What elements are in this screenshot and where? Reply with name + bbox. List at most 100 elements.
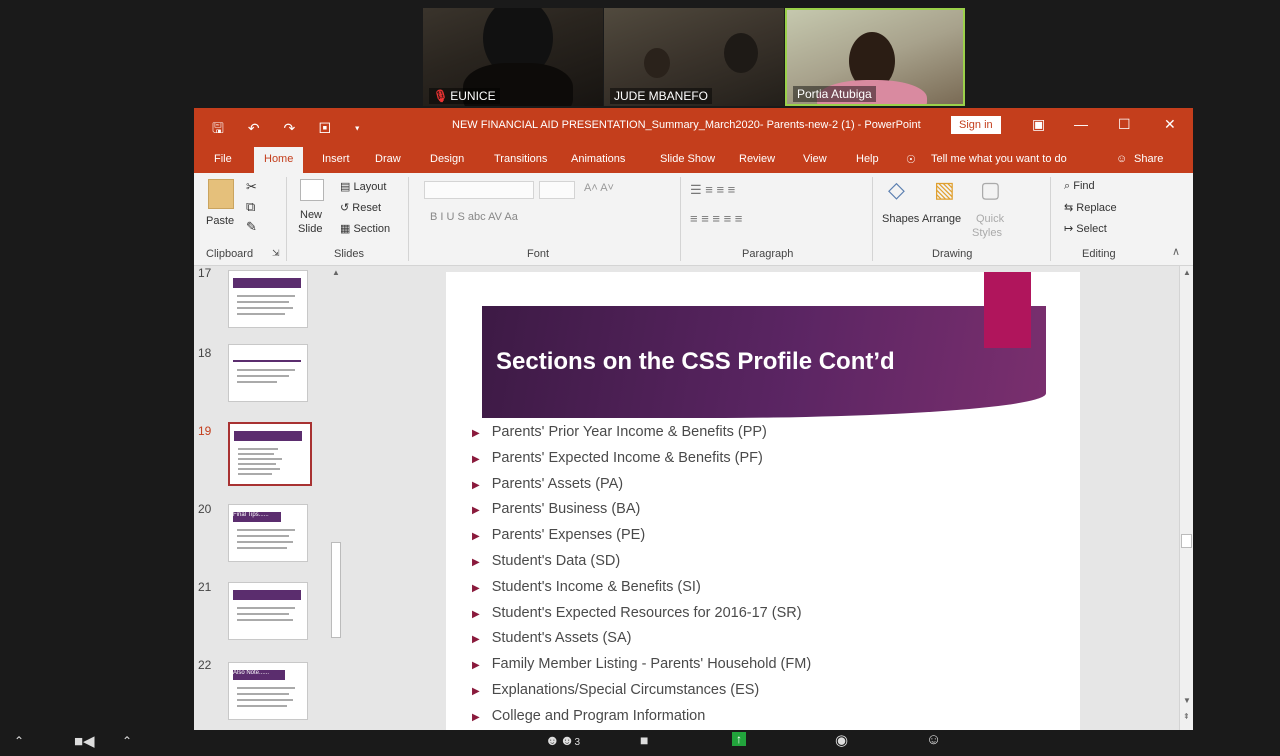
share-screen-icon[interactable]: ↑	[732, 732, 746, 746]
shapes-button[interactable]: Shapes	[882, 213, 919, 225]
select-button[interactable]: ↦ Select	[1064, 222, 1107, 235]
bullet-item: ▶ College and Program Information	[472, 708, 705, 724]
participant-name: Portia Atubiga	[793, 86, 876, 102]
slide-thumbnail[interactable]: Also Note......	[228, 662, 308, 720]
slide-thumbnails-pane: 17 18 19 20 Final Tips...... 21 22 Also …	[194, 266, 344, 730]
font-grow-icon[interactable]: A˄ A˅	[584, 182, 614, 194]
slide-thumbnail[interactable]	[228, 344, 308, 402]
new-slide-icon[interactable]	[300, 179, 324, 201]
thumb-number: 18	[198, 346, 212, 360]
bullet-item: ▶ Student's Expected Resources for 2016-1…	[472, 605, 802, 621]
ribbon-display-icon[interactable]: ▣	[1032, 116, 1045, 133]
tab-insert[interactable]: Insert	[322, 153, 350, 165]
bullet-arrow-icon: ▶	[472, 711, 480, 723]
thumbnail-scroll-thumb[interactable]	[331, 542, 341, 638]
scroll-down-icon[interactable]: ▼	[1183, 696, 1191, 705]
tab-file[interactable]: File	[214, 153, 232, 165]
tab-review[interactable]: Review	[739, 153, 775, 165]
sign-in-button[interactable]: Sign in	[951, 116, 1001, 134]
video-options-chevron-icon[interactable]: ⌃	[122, 734, 132, 748]
record-icon[interactable]: ◉	[835, 731, 848, 749]
slide-thumbnail[interactable]	[228, 582, 308, 640]
reset-button[interactable]: ↺ Reset	[340, 201, 381, 214]
font-format-buttons[interactable]: B I U S abc AV Aa	[430, 211, 518, 223]
tab-slide-show[interactable]: Slide Show	[660, 153, 715, 165]
slide-thumbnail-selected[interactable]	[228, 422, 312, 486]
quick-access-toolbar[interactable]: 🖫 ↶ ↷ ▣ ▾	[212, 118, 370, 142]
format-painter-icon[interactable]: ✎	[246, 219, 257, 235]
layout-button[interactable]: ▤ Layout	[340, 180, 386, 193]
bullet-arrow-icon: ▶	[472, 479, 480, 491]
window-title: NEW FINANCIAL AID PRESENTATION_Summary_M…	[452, 119, 921, 131]
slide-title[interactable]: Sections on the CSS Profile Cont’d	[496, 348, 895, 376]
tab-transitions[interactable]: Transitions	[494, 153, 547, 165]
maximize-button[interactable]: ☐	[1118, 116, 1131, 133]
share-button[interactable]: Share	[1134, 153, 1163, 165]
video-tile-eunice[interactable]: 🎙 EUNICE	[423, 8, 603, 106]
slide-canvas[interactable]: Sections on the CSS Profile Cont’d ▶ Pare…	[446, 272, 1080, 730]
align-icons[interactable]: ≡ ≡ ≡ ≡ ≡	[690, 211, 742, 226]
chat-icon[interactable]: ■	[640, 732, 648, 748]
tab-draw[interactable]: Draw	[375, 153, 401, 165]
video-tile-portia[interactable]: Portia Atubiga	[785, 8, 965, 106]
bullet-text: Parents' Assets (PA)	[491, 475, 624, 492]
minimize-button[interactable]: —	[1074, 116, 1088, 132]
participant-name: JUDE MBANEFO	[610, 88, 713, 104]
bullet-text: College and Program Information	[491, 707, 706, 724]
paste-button[interactable]: Paste	[206, 215, 234, 227]
drawing-group-label: Drawing	[932, 248, 973, 260]
shapes-icon[interactable]: ◇	[888, 177, 905, 203]
new-slide-button[interactable]: New	[300, 209, 322, 221]
mic-muted-icon: 🎙	[433, 89, 449, 103]
previous-slide-icon[interactable]: ⇞	[1183, 712, 1190, 721]
slide-thumbnail[interactable]: Final Tips......	[228, 504, 308, 562]
tab-view[interactable]: View	[803, 153, 827, 165]
paste-icon[interactable]	[208, 179, 234, 209]
scroll-up-icon[interactable]: ▲	[332, 268, 340, 277]
new-slide-button-label2[interactable]: Slide	[298, 223, 322, 235]
tab-home[interactable]: Home	[254, 147, 304, 173]
bullet-arrow-icon: ▶	[472, 608, 480, 620]
quick-styles-button-label2[interactable]: Styles	[972, 227, 1002, 239]
slide-scrollbar[interactable]: ▲ ▼ ⇞	[1179, 266, 1193, 730]
bullet-item: ▶ Parents' Assets (PA)	[472, 476, 623, 492]
scroll-up-icon[interactable]: ▲	[1183, 268, 1191, 277]
clipboard-launcher-icon[interactable]: ⇲	[272, 248, 280, 259]
tell-me-search[interactable]: Tell me what you want to do	[931, 153, 1067, 165]
cut-icon[interactable]: ✂	[246, 179, 257, 195]
replace-button[interactable]: ⇆ Replace	[1064, 201, 1117, 214]
section-button[interactable]: ▦ Section	[340, 222, 390, 235]
slide-editing-area: Sections on the CSS Profile Cont’d ▶ Pare…	[344, 266, 1184, 730]
quick-styles-icon[interactable]: ▢	[980, 177, 1001, 203]
thumbnail-scrollbar[interactable]: ▲	[330, 266, 342, 730]
tab-help[interactable]: Help	[856, 153, 879, 165]
slide-scroll-thumb[interactable]	[1181, 534, 1192, 548]
collapse-ribbon-icon[interactable]: ∧	[1172, 245, 1180, 258]
reactions-icon[interactable]: ☺	[926, 731, 941, 748]
title-bar: 🖫 ↶ ↷ ▣ ▾ NEW FINANCIAL AID PRESENTATION…	[194, 108, 1193, 145]
bullets-icon[interactable]: ☰ ≡ ≡ ≡	[690, 182, 735, 198]
bullet-text: Family Member Listing - Parents' Househo…	[491, 656, 812, 673]
tab-design[interactable]: Design	[430, 153, 464, 165]
video-tile-jude[interactable]: JUDE MBANEFO	[604, 8, 784, 106]
editing-group-label: Editing	[1082, 248, 1116, 260]
quick-styles-button[interactable]: Quick	[976, 213, 1004, 225]
tab-animations[interactable]: Animations	[571, 153, 625, 165]
bullet-text: Explanations/Special Circumstances (ES)	[491, 682, 760, 698]
bullet-text: Student's Assets (SA)	[491, 630, 632, 647]
video-camera-icon[interactable]: ■◀	[74, 732, 95, 750]
bullet-text: Student's Expected Resources for 2016-17…	[491, 604, 802, 621]
font-family-select[interactable]	[424, 181, 534, 199]
participants-icon[interactable]: ☻☻3	[545, 732, 580, 748]
arrange-icon[interactable]: ▧	[934, 177, 955, 203]
audio-options-chevron-icon[interactable]: ⌃	[14, 734, 24, 748]
slide-thumbnail[interactable]	[228, 270, 308, 328]
bullet-item: ▶ Family Member Listing - Parents' Househ…	[472, 656, 811, 672]
arrange-button[interactable]: Arrange	[922, 213, 961, 225]
close-button[interactable]: ✕	[1164, 116, 1176, 133]
find-button[interactable]: ⌕ Find	[1064, 180, 1095, 193]
font-size-select[interactable]	[539, 181, 575, 199]
ribbon-tabs: File Home Insert Draw Design Transitions…	[194, 145, 1193, 173]
copy-icon[interactable]: ⧉	[246, 199, 255, 215]
bullet-item: ▶ Explanations/Special Circumstances (ES)	[472, 682, 759, 698]
